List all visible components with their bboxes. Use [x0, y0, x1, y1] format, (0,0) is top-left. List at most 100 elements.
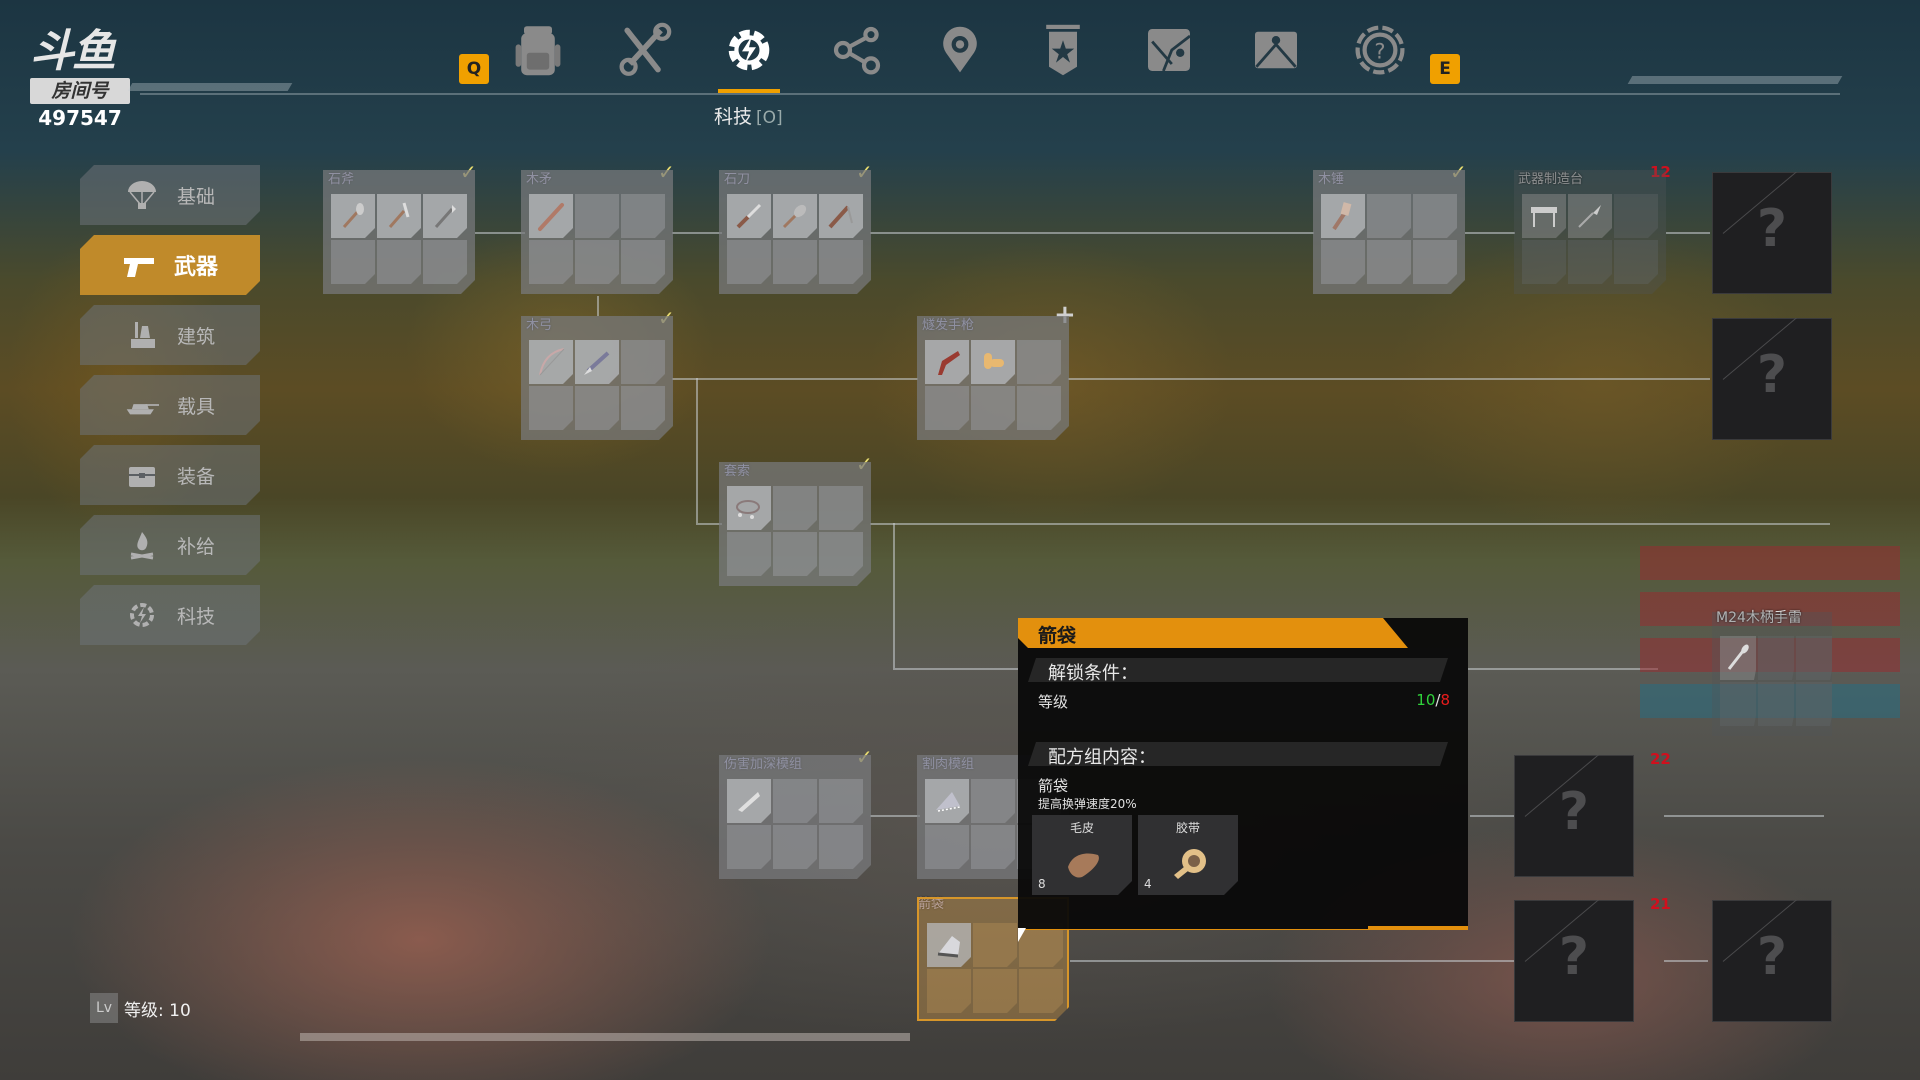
item-slot[interactable] [727, 194, 771, 238]
item-slot[interactable] [925, 779, 969, 823]
sidebar-item-equipment[interactable]: 装备 [80, 445, 260, 505]
sidebar-item-tech[interactable]: 科技 [80, 585, 260, 645]
item-slot[interactable] [1568, 194, 1612, 238]
empty-slot [575, 386, 619, 430]
empty-slot [1614, 240, 1658, 284]
item-slot[interactable] [927, 923, 971, 967]
item-slot[interactable] [727, 486, 771, 530]
empty-slot [773, 240, 817, 284]
empty-slot [1796, 636, 1832, 680]
iron-spear-icon [1578, 205, 1601, 228]
empty-slot [1758, 682, 1794, 726]
empty-slot [925, 825, 969, 869]
item-slot[interactable] [575, 340, 619, 384]
next-tab-key[interactable]: E [1430, 54, 1460, 84]
help-icon: ? [1355, 25, 1405, 75]
recipe-section: 配方组内容： [1028, 742, 1448, 766]
empty-slot [727, 825, 771, 869]
unknown-icon: ? [1558, 927, 1590, 987]
stick-grenade-icon [1727, 644, 1749, 670]
item-slot[interactable] [529, 340, 573, 384]
empty-slot [819, 825, 863, 869]
tank-icon [126, 404, 159, 415]
quiver-icon [937, 936, 960, 958]
star-banner-icon [1046, 24, 1080, 76]
recipe-description: 提高换弹速度20% [1038, 797, 1137, 811]
tech-node-wooden-spear[interactable] [521, 170, 673, 294]
prev-tab-key[interactable]: Q [459, 54, 489, 84]
empty-slot [727, 532, 771, 576]
map-pin-icon [943, 26, 977, 73]
empty-slot [1413, 194, 1457, 238]
gear-bolt-icon [129, 603, 154, 627]
level-requirement-value: 10/8 [1416, 691, 1450, 709]
level-badge: Lv [90, 993, 118, 1023]
mail-icon [1255, 31, 1297, 69]
tab-backpack[interactable] [506, 18, 570, 82]
item-slot[interactable] [971, 340, 1015, 384]
tooltip-accent [1368, 926, 1468, 930]
tab-location[interactable] [928, 18, 992, 82]
empty-slot [1614, 194, 1658, 238]
item-slot[interactable] [423, 194, 467, 238]
recipe-heading: 配方组内容： [1048, 747, 1156, 768]
empty-slot [621, 194, 665, 238]
tree-connector [1070, 960, 1514, 962]
item-slot[interactable] [819, 194, 863, 238]
tech-node-flintlock-pistol[interactable] [917, 316, 1069, 440]
sidebar-item-building[interactable]: 建筑 [80, 305, 260, 365]
tab-badge[interactable] [1031, 18, 1095, 82]
item-slot[interactable] [331, 194, 375, 238]
tab-tech[interactable] [717, 18, 781, 82]
empty-slot [1568, 240, 1612, 284]
tree-connector [870, 523, 1830, 525]
tab-crafting[interactable] [612, 18, 676, 82]
level-requirement-label: 等级 [1038, 693, 1069, 711]
empty-slot [925, 386, 969, 430]
locked-tech-node[interactable]: ? [1712, 900, 1832, 1022]
item-slot[interactable] [529, 194, 573, 238]
empty-slot [1367, 240, 1411, 284]
empty-slot [773, 486, 817, 530]
tree-connector [1664, 960, 1708, 962]
tab-map[interactable] [1137, 18, 1201, 82]
sidebar-item-label: 武器 [173, 255, 218, 280]
tree-connector [1470, 815, 1514, 817]
sidebar-item-label: 装备 [176, 465, 215, 488]
item-slot[interactable] [1321, 194, 1365, 238]
tab-hotkey: [O] [756, 108, 783, 128]
tech-node-lasso[interactable] [719, 462, 871, 586]
item-slot[interactable] [773, 194, 817, 238]
tree-connector [1468, 668, 1658, 670]
tech-node-damage-mod[interactable] [719, 755, 871, 879]
item-slot[interactable] [377, 194, 421, 238]
player-level: Lv 等级: 10 [90, 993, 191, 1023]
locked-tech-node[interactable]: ? [1514, 900, 1634, 1022]
horizontal-scrollbar[interactable] [300, 1033, 910, 1041]
sidebar-item-supplies[interactable]: 补给 [80, 515, 260, 575]
wooden-spear-icon [538, 203, 564, 231]
tab-help[interactable]: ? [1348, 18, 1412, 82]
tech-node-wooden-bow[interactable] [521, 316, 673, 440]
flintlock-pistol-icon [938, 351, 960, 375]
tech-node-stick-grenade[interactable] [1712, 612, 1832, 736]
locked-tech-node[interactable]: ? [1712, 172, 1832, 294]
item-slot[interactable] [1720, 636, 1756, 680]
tech-node-stone-axe[interactable] [323, 170, 475, 294]
item-slot[interactable] [727, 779, 771, 823]
tab-share[interactable] [825, 18, 889, 82]
stone-club-icon [782, 204, 807, 229]
material-name: 胶带 [1175, 821, 1200, 835]
tech-node-stone-knife[interactable] [719, 170, 871, 294]
locked-tech-node[interactable]: ? [1712, 318, 1832, 440]
item-slot[interactable] [1522, 194, 1566, 238]
sidebar-item-weapons[interactable]: 武器 [80, 235, 260, 295]
sidebar-item-basic[interactable]: 基础 [80, 165, 260, 225]
tech-node-weapon-workbench[interactable] [1514, 170, 1666, 294]
item-slot[interactable] [925, 340, 969, 384]
tab-mail[interactable] [1244, 18, 1308, 82]
sidebar-item-vehicles[interactable]: 载具 [80, 375, 260, 435]
locked-tech-node[interactable]: ? [1514, 755, 1634, 877]
tech-node-wooden-hammer[interactable] [1313, 170, 1465, 294]
gear-bolt-icon [728, 29, 770, 71]
